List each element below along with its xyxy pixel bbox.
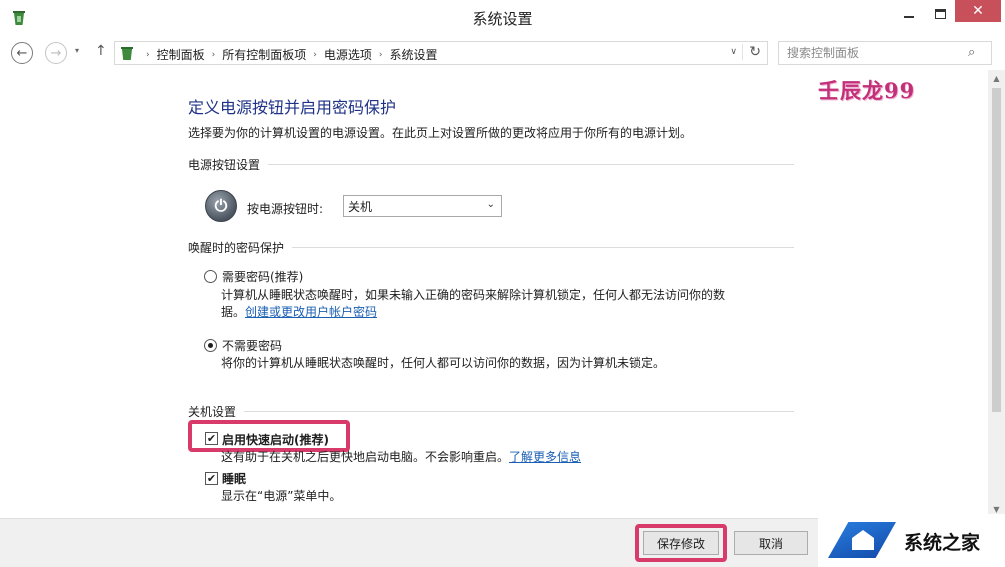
checkmark-icon: ✔ [206, 472, 217, 485]
section-title: 唤醒时的密码保护 [188, 241, 285, 255]
section-divider [268, 164, 794, 165]
chevron-down-icon: ▾ [75, 46, 80, 55]
require-password-description: 计算机从睡眠状态唤醒时，如果未输入正确的密码来解除计算机锁定，任何人都无法访问你… [221, 288, 726, 319]
section-header-power-button: 电源按钮设置 [188, 156, 794, 173]
up-button[interactable]: ↑ [95, 43, 107, 59]
sleep-description: 显示在“电源”菜单中。 [221, 489, 342, 503]
refresh-icon: ↻ [749, 44, 761, 60]
site-logo-watermark: 系统之家 [818, 514, 1005, 567]
scrollbar-thumb[interactable] [992, 88, 1001, 412]
chevron-down-icon: ∨ [730, 47, 737, 57]
maximize-button[interactable] [926, 0, 954, 28]
breadcrumb-item-system-settings[interactable]: 系统设置 [389, 46, 437, 63]
minimize-icon [904, 16, 914, 18]
title-bar: 系统设置 ✕ [0, 0, 1005, 34]
content-area: 定义电源按钮并启用密码保护 选择要为你的计算机设置的电源设置。在此页上对设置所做… [0, 70, 988, 518]
address-bar[interactable]: › 控制面板 › 所有控制面板项 › 电源选项 › 系统设置 ∨ ↻ [114, 41, 768, 65]
recent-locations-button[interactable]: ▾ [75, 46, 79, 55]
no-password-description: 将你的计算机从睡眠状态唤醒时，任何人都可以访问你的数据，因为计算机未锁定。 [221, 356, 666, 370]
breadcrumb-separator-icon[interactable]: › [313, 50, 317, 60]
fast-startup-description: 这有助于在关机之后更快地启动电脑。不会影响重启。了解更多信息 [221, 450, 582, 464]
select-value: 关机 [348, 200, 373, 214]
highlight-box-save [635, 524, 727, 562]
page-title: 定义电源按钮并启用密码保护 [188, 98, 397, 117]
no-password-radio[interactable] [204, 339, 217, 352]
power-button-action-select[interactable]: 关机 ⌄ [343, 195, 502, 217]
scroll-up-icon[interactable]: ▲ [988, 74, 1005, 83]
maximize-icon [934, 9, 946, 19]
highlight-box-fast-startup [188, 420, 350, 452]
control-panel-icon [121, 47, 133, 60]
breadcrumb-separator-icon[interactable]: › [379, 50, 383, 60]
section-divider [244, 411, 794, 412]
navigation-bar: ← → ▾ ↑ › 控制面板 › 所有控制面板项 › 电源选项 › 系统设置 ∨… [0, 34, 1005, 70]
require-password-label[interactable]: 需要密码(推荐) [222, 268, 303, 285]
sleep-label[interactable]: 睡眠 [222, 470, 246, 487]
no-password-label[interactable]: 不需要密码 [222, 337, 282, 354]
arrow-right-icon: → [50, 45, 62, 61]
sleep-checkbox[interactable]: ✔ [205, 472, 218, 485]
minimize-button[interactable] [892, 0, 926, 28]
house-logo-icon [828, 522, 896, 558]
logo-text: 系统之家 [904, 532, 981, 554]
breadcrumb-separator-icon: › [146, 49, 150, 60]
require-password-radio[interactable] [204, 270, 217, 283]
section-title: 电源按钮设置 [188, 158, 261, 172]
section-header-wake-password: 唤醒时的密码保护 [188, 239, 794, 256]
breadcrumb-item-control-panel[interactable]: 控制面板 [157, 46, 205, 63]
scroll-down-icon[interactable]: ▼ [988, 505, 1005, 514]
section-header-shutdown: 关机设置 [188, 403, 794, 420]
close-icon: ✕ [972, 3, 984, 19]
breadcrumb-item-all-items[interactable]: 所有控制面板项 [222, 46, 306, 63]
chevron-down-icon: ⌄ [486, 199, 495, 210]
breadcrumb: › 控制面板 › 所有控制面板项 › 电源选项 › 系统设置 [139, 46, 438, 63]
arrow-left-icon: ← [16, 45, 28, 61]
breadcrumb-item-power-options[interactable]: 电源选项 [324, 46, 372, 63]
address-history-button[interactable]: ∨ [730, 47, 737, 57]
back-button[interactable]: ← [11, 42, 33, 64]
window-title: 系统设置 [472, 10, 533, 28]
section-title: 关机设置 [188, 405, 237, 419]
close-button[interactable]: ✕ [955, 0, 1001, 22]
refresh-button[interactable]: ↻ [742, 44, 761, 60]
page-description: 选择要为你的计算机设置的电源设置。在此页上对设置所做的更改将应用于你所有的电源计… [188, 126, 693, 140]
watermark-text: 壬辰龙99 [818, 78, 916, 103]
power-icon: ⏻ [205, 190, 237, 222]
forward-button[interactable]: → [45, 42, 67, 64]
arrow-up-icon: ↑ [95, 43, 107, 59]
cancel-button[interactable]: 取消 [734, 531, 808, 555]
power-button-label: 按电源按钮时: [247, 202, 324, 216]
search-icon[interactable]: ⌕ [968, 45, 975, 60]
change-password-link[interactable]: 创建或更改用户帐户密码 [245, 305, 377, 319]
search-input[interactable] [778, 41, 992, 65]
learn-more-link[interactable]: 了解更多信息 [509, 450, 581, 464]
section-divider [292, 247, 794, 248]
breadcrumb-separator-icon[interactable]: › [212, 50, 216, 60]
vertical-scrollbar[interactable]: ▲ ▼ [988, 70, 1005, 518]
